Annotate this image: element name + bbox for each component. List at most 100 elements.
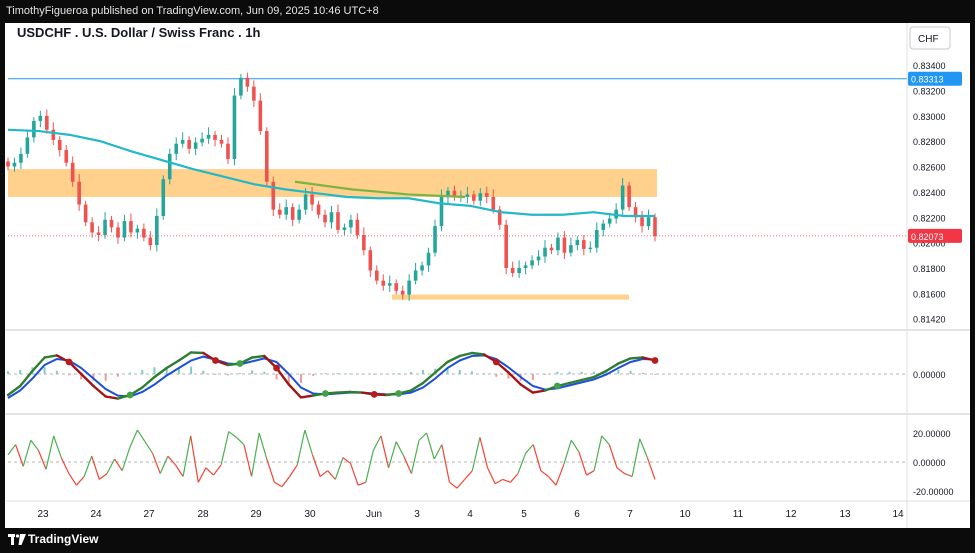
candle-body[interactable] xyxy=(174,143,179,154)
resistance-zone[interactable] xyxy=(8,169,657,197)
oscillator-line[interactable] xyxy=(15,444,24,467)
oscillator-line[interactable] xyxy=(365,450,374,483)
oscillator-line[interactable] xyxy=(593,435,603,471)
candle-body[interactable] xyxy=(569,245,573,253)
momentum-fast-line[interactable] xyxy=(250,354,266,359)
candle-body[interactable] xyxy=(653,217,657,237)
momentum-fast-line[interactable] xyxy=(31,356,46,373)
candle-body[interactable] xyxy=(336,212,340,230)
oscillator-line[interactable] xyxy=(479,437,489,468)
candle-body[interactable] xyxy=(25,137,30,154)
candle-body[interactable] xyxy=(594,229,599,248)
candle-body[interactable] xyxy=(381,280,386,286)
candle-body[interactable] xyxy=(290,207,295,220)
oscillator-line[interactable] xyxy=(205,467,214,476)
oscillator-line[interactable] xyxy=(334,457,344,480)
oscillator-line[interactable] xyxy=(83,455,93,477)
oscillator-line[interactable] xyxy=(289,464,298,477)
candle-body[interactable] xyxy=(155,215,159,246)
candle-body[interactable] xyxy=(575,240,580,246)
oscillator-line[interactable] xyxy=(304,429,314,455)
oscillator-line[interactable] xyxy=(342,457,351,464)
candle-body[interactable] xyxy=(219,139,224,144)
candle-body[interactable] xyxy=(122,221,127,238)
candle-body[interactable] xyxy=(627,185,631,208)
oscillator-line[interactable] xyxy=(121,447,131,471)
oscillator-line[interactable] xyxy=(349,463,359,486)
candle-body[interactable] xyxy=(549,247,554,251)
support-zone[interactable] xyxy=(392,294,629,300)
candle-body[interactable] xyxy=(601,223,606,230)
oscillator-line[interactable] xyxy=(76,476,85,486)
candle-body[interactable] xyxy=(504,224,508,268)
candle-body[interactable] xyxy=(640,217,644,227)
candle-body[interactable] xyxy=(265,131,269,182)
oscillator-line[interactable] xyxy=(517,453,527,474)
candle-body[interactable] xyxy=(213,134,217,140)
oscillator-line[interactable] xyxy=(319,470,329,477)
momentum-fast-line[interactable] xyxy=(177,351,193,362)
candle-body[interactable] xyxy=(387,283,392,286)
candle-body[interactable] xyxy=(77,181,81,205)
oscillator-line[interactable] xyxy=(68,473,78,486)
candle-body[interactable] xyxy=(297,209,301,220)
candle-body[interactable] xyxy=(148,237,153,246)
oscillator-line[interactable] xyxy=(129,429,138,448)
oscillator-line[interactable] xyxy=(182,435,192,477)
oscillator-line[interactable] xyxy=(646,457,656,480)
momentum-fast-line[interactable] xyxy=(165,359,181,370)
momentum-fast-line[interactable] xyxy=(470,351,486,356)
oscillator-line[interactable] xyxy=(502,478,511,483)
candle-body[interactable] xyxy=(394,283,398,291)
oscillator-line[interactable] xyxy=(395,441,405,457)
candle-body[interactable] xyxy=(200,138,204,143)
oscillator-line[interactable] xyxy=(152,453,161,474)
candle-body[interactable] xyxy=(167,153,172,180)
oscillator-line[interactable] xyxy=(525,444,534,454)
candle-body[interactable] xyxy=(129,221,133,233)
candle-body[interactable] xyxy=(562,237,567,253)
candle-body[interactable] xyxy=(484,193,489,197)
candle-body[interactable] xyxy=(116,227,120,238)
momentum-fast-line[interactable] xyxy=(629,356,644,360)
candle-body[interactable] xyxy=(329,212,334,223)
oscillator-line[interactable] xyxy=(220,431,230,466)
momentum-fast-line[interactable] xyxy=(458,351,474,358)
momentum-fast-line[interactable] xyxy=(336,390,352,394)
oscillator-line[interactable] xyxy=(586,470,595,476)
candle-body[interactable] xyxy=(400,290,405,295)
oscillator-line[interactable] xyxy=(190,435,199,483)
candle-body[interactable] xyxy=(284,207,289,215)
oscillator-line[interactable] xyxy=(281,476,291,488)
oscillator-line[interactable] xyxy=(106,458,116,474)
candle-body[interactable] xyxy=(588,247,593,249)
oscillator-line[interactable] xyxy=(639,438,648,458)
momentum-fast-line[interactable] xyxy=(299,394,315,399)
momentum-fast-line[interactable] xyxy=(43,354,59,359)
oscillator-line[interactable] xyxy=(144,441,154,454)
oscillator-line[interactable] xyxy=(456,479,466,489)
oscillator-line[interactable] xyxy=(167,455,176,466)
momentum-fast-line[interactable] xyxy=(348,390,364,394)
candle-body[interactable] xyxy=(607,218,612,224)
candle-body[interactable] xyxy=(426,252,431,266)
candle-body[interactable] xyxy=(258,100,263,132)
candle-body[interactable] xyxy=(103,219,107,235)
oscillator-line[interactable] xyxy=(494,478,504,485)
oscillator-line[interactable] xyxy=(114,458,123,472)
candle-body[interactable] xyxy=(374,270,379,281)
candle-body[interactable] xyxy=(478,193,483,201)
oscillator-line[interactable] xyxy=(91,456,100,480)
momentum-fast-line[interactable] xyxy=(189,351,205,355)
candle-body[interactable] xyxy=(556,237,560,251)
candle-body[interactable] xyxy=(316,204,321,215)
oscillator-line[interactable] xyxy=(30,439,39,451)
candle-body[interactable] xyxy=(582,240,586,249)
oscillator-line[interactable] xyxy=(570,439,580,453)
oscillator-line[interactable] xyxy=(631,438,641,477)
candle-body[interactable] xyxy=(323,214,327,223)
candle-body[interactable] xyxy=(57,139,62,151)
candle-body[interactable] xyxy=(433,226,437,253)
candle-body[interactable] xyxy=(252,86,256,101)
oscillator-line[interactable] xyxy=(410,440,420,474)
